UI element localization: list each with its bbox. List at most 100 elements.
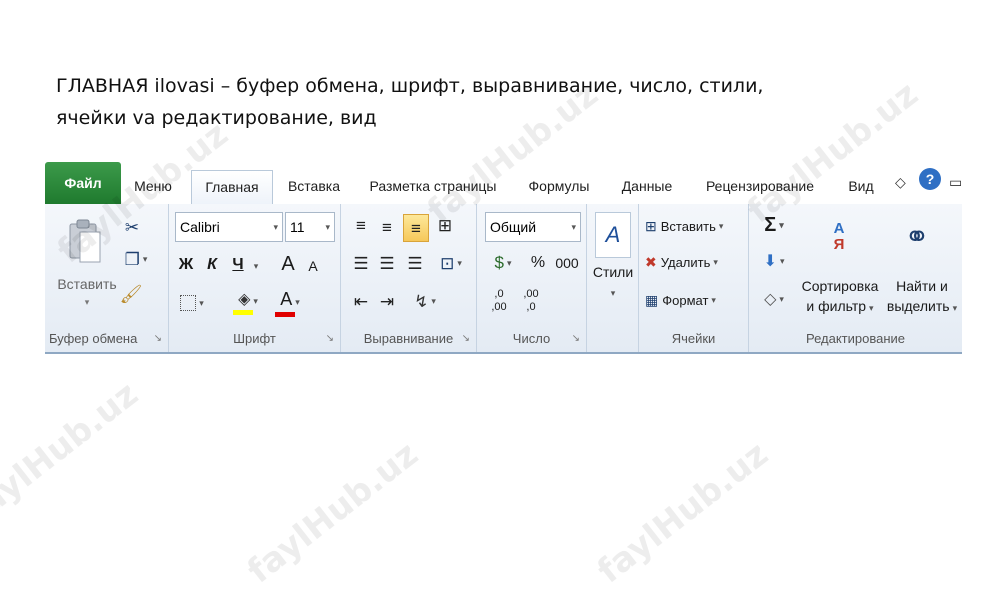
copy-icon[interactable]: ❐ ▾ [119, 246, 153, 272]
group-font: Calibri ▾ 11 ▾ Ж К Ч ▾ A A ▾ ◈ ▾ A ▾ Шри… [169, 204, 341, 352]
tab-menu[interactable]: Меню [125, 170, 181, 204]
tab-insert[interactable]: Вставка [281, 170, 347, 204]
increase-decimal-top: ,0 [494, 288, 504, 300]
group-editing: Σ ▾ ⬇ ▾ ◇ ▾ А Я Сортировка и фильтр ▾ ⚭ Найт… [749, 204, 962, 352]
font-name-value: Calibri [180, 219, 220, 235]
styles-icon[interactable]: A [595, 212, 631, 258]
align-right-icon[interactable]: ☰ [403, 250, 427, 276]
underline-button[interactable]: Ч [227, 252, 249, 278]
sort-filter-icon[interactable]: А Я [815, 210, 863, 264]
fill-icon[interactable]: ⬇ ▾ [757, 248, 791, 274]
wrap-text-icon[interactable]: ↯ ▾ [407, 288, 443, 314]
format-cells-label: Формат [662, 292, 709, 308]
increase-decimal-button[interactable]: ,0 ,00 [485, 286, 513, 316]
bold-button[interactable]: Ж [175, 252, 197, 278]
increase-decimal-bottom: ,00 [491, 301, 507, 313]
window-minimize-icon[interactable]: ▭ [949, 174, 962, 202]
tab-formulas[interactable]: Формулы [519, 170, 599, 204]
watermark: faylHub.uz [240, 434, 426, 592]
minimize-ribbon-icon[interactable]: ◇ [895, 174, 906, 202]
number-launcher-icon[interactable]: ↘ [572, 333, 580, 344]
align-center-icon[interactable]: ☰ [375, 250, 399, 276]
ribbon-tab-bar: Файл Меню Главная Вставка Разметка стран… [45, 162, 962, 205]
format-painter-icon[interactable]: 🖌 [119, 280, 143, 308]
find-select-line-2: выделить [886, 298, 950, 314]
decrease-decimal-button[interactable]: ,00 ,0 [517, 286, 545, 316]
watermark: faylHub.uz [0, 374, 146, 532]
ribbon-home-panel: Вставить ▾ ✂ ❐ ▾ 🖌 Буфер обмена ↘ Calibri… [45, 204, 962, 354]
align-bottom-icon[interactable]: ≡ [403, 214, 429, 242]
orientation-icon[interactable]: ⊞ [433, 212, 457, 238]
font-size-value: 11 [290, 219, 305, 235]
number-group-label: Число [512, 331, 551, 346]
insert-cells-button[interactable]: ⊞ Вставить ▾ [645, 214, 745, 238]
clear-icon[interactable]: ◇ ▾ [757, 286, 791, 312]
format-cells-icon: ▦ [645, 292, 659, 308]
paste-dropdown-icon[interactable]: ▾ [77, 296, 97, 308]
align-middle-icon[interactable]: ≡ [375, 214, 399, 240]
tab-review[interactable]: Рецензирование [695, 170, 825, 204]
group-number: Общий ▾ $ ▾ % 000 ,0 ,00 ,00 ,0 Число ↘ [477, 204, 587, 352]
font-launcher-icon[interactable]: ↘ [326, 333, 334, 344]
font-color-letter: A [280, 289, 293, 309]
font-size-combo[interactable]: 11 ▾ [285, 212, 335, 242]
clipboard-launcher-icon[interactable]: ↘ [154, 333, 162, 344]
paste-button[interactable]: Вставить [49, 274, 125, 294]
percent-button[interactable]: % [527, 250, 549, 276]
italic-button[interactable]: К [201, 252, 223, 278]
decrease-decimal-bottom: ,0 [526, 301, 536, 313]
borders-button[interactable]: ▾ [175, 290, 209, 316]
sort-filter-button[interactable]: Сортировка и фильтр ▾ [795, 276, 885, 318]
fill-color-swatch [233, 310, 253, 315]
number-format-combo[interactable]: Общий ▾ [485, 212, 581, 242]
tab-file[interactable]: Файл [45, 162, 121, 204]
delete-cells-icon: ✖ [645, 253, 657, 270]
delete-cells-button[interactable]: ✖ Удалить ▾ [645, 250, 745, 274]
align-top-icon[interactable]: ≡ [349, 212, 373, 238]
font-name-combo[interactable]: Calibri ▾ [175, 212, 283, 242]
currency-icon[interactable]: $ ▾ [485, 250, 521, 276]
thousands-button[interactable]: 000 [553, 250, 581, 276]
insert-cells-icon: ⊞ [645, 218, 657, 234]
tab-home[interactable]: Главная [191, 170, 273, 205]
find-select-line-1: Найти и [896, 278, 948, 294]
align-left-icon[interactable]: ☰ [349, 250, 373, 276]
underline-dropdown-icon[interactable]: ▾ [249, 256, 263, 276]
sort-icon-bottom: Я [833, 236, 845, 253]
cut-icon[interactable]: ✂ [121, 214, 143, 240]
decrease-indent-icon[interactable]: ⇤ [349, 288, 373, 314]
font-group-label: Шрифт [233, 331, 276, 346]
delete-cells-label: Удалить [660, 254, 711, 270]
font-size-dropdown-icon[interactable]: ▾ [325, 213, 330, 241]
grow-font-button[interactable]: A [277, 250, 299, 278]
tab-data[interactable]: Данные [613, 170, 681, 204]
tab-view[interactable]: Вид [841, 170, 881, 204]
styles-button[interactable]: Стили [587, 262, 639, 282]
find-select-button[interactable]: Найти и выделить ▾ [885, 276, 959, 318]
autosum-button[interactable]: Σ ▾ [757, 212, 791, 238]
merge-center-icon[interactable]: ⊡ ▾ [433, 250, 469, 276]
alignment-launcher-icon[interactable]: ↘ [462, 333, 470, 344]
shrink-font-button[interactable]: A [303, 254, 323, 278]
styles-dropdown-icon[interactable]: ▾ [605, 286, 621, 300]
font-color-button[interactable]: A ▾ [271, 288, 309, 318]
sort-icon-top: А [833, 220, 845, 237]
fill-color-button[interactable]: ◈ ▾ [229, 288, 267, 318]
number-format-dropdown-icon[interactable]: ▾ [571, 213, 576, 241]
decrease-decimal-top: ,00 [523, 288, 539, 300]
font-name-dropdown-icon[interactable]: ▾ [273, 213, 278, 241]
paste-icon[interactable] [65, 216, 105, 268]
font-color-swatch [275, 312, 295, 317]
excel-ribbon: Файл Меню Главная Вставка Разметка стран… [45, 162, 962, 354]
tab-page-layout[interactable]: Разметка страницы [363, 170, 503, 204]
increase-indent-icon[interactable]: ⇥ [375, 288, 399, 314]
number-format-value: Общий [490, 219, 537, 235]
caption-line-1: ГЛАВНАЯ ilovasi – буфер обмена, шрифт, в… [56, 75, 764, 97]
editing-group-label: Редактирование [805, 331, 906, 346]
fill-color-icon: ◈ ▾ [238, 291, 258, 308]
find-binoculars-icon[interactable]: ⚭ [895, 212, 939, 262]
help-icon[interactable]: ? [919, 168, 941, 190]
insert-cells-label: Вставить [660, 218, 716, 234]
watermark: faylHub.uz [590, 434, 776, 592]
format-cells-button[interactable]: ▦ Формат ▾ [645, 288, 745, 312]
